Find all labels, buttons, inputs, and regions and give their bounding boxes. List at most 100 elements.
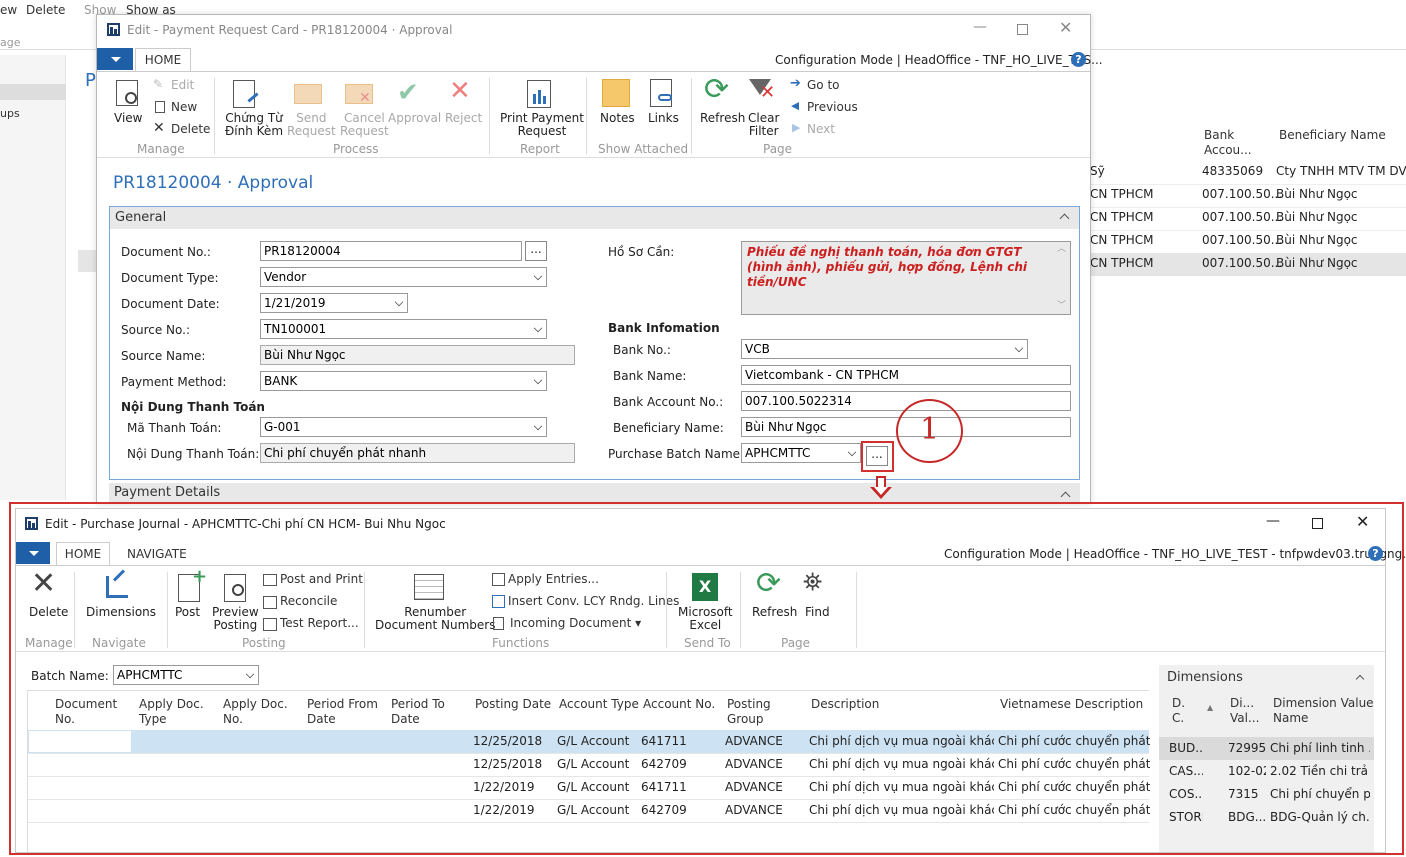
test-report-button[interactable]: Test Report...: [280, 616, 359, 630]
scroll-up-icon[interactable]: ︿: [1057, 241, 1066, 254]
table-row[interactable]: [28, 799, 1149, 800]
table-cell[interactable]: 641711: [641, 734, 721, 748]
column-header[interactable]: Account No.: [643, 697, 723, 712]
help-icon[interactable]: ?: [1071, 52, 1086, 67]
batch-name-field[interactable]: APHCMTTC: [113, 665, 259, 685]
table-row[interactable]: [28, 753, 1149, 754]
dimension-row-name[interactable]: 2.02 Tiền chi trả ...: [1270, 764, 1370, 778]
links-button[interactable]: Links: [648, 112, 679, 125]
column-header[interactable]: Description: [811, 697, 891, 712]
delete-button[interactable]: Delete: [29, 606, 68, 619]
table-cell[interactable]: G/L Account: [557, 757, 637, 771]
table-cell[interactable]: 1/22/2019: [473, 803, 553, 817]
table-row[interactable]: [28, 822, 1149, 823]
bank-name-field[interactable]: Vietcombank - CN TPHCM: [741, 365, 1071, 385]
table-cell[interactable]: Chi phí dịch vụ mua ngoài khác: [809, 757, 994, 771]
column-header[interactable]: Posting Date: [475, 697, 555, 712]
close-icon[interactable]: ✕: [1059, 18, 1072, 37]
ma-thanh-toan-field[interactable]: G-001: [260, 417, 547, 437]
document-date-field[interactable]: 1/21/2019: [260, 293, 408, 313]
bank-no-field[interactable]: VCB: [741, 339, 1028, 359]
table-cell[interactable]: ADVANCE: [725, 734, 805, 748]
post-and-print-button[interactable]: Post and Print: [280, 572, 363, 586]
approval-button[interactable]: Approval: [388, 112, 441, 125]
view-button[interactable]: View: [114, 112, 142, 125]
notes-button[interactable]: Notes: [600, 112, 635, 125]
scroll-down-icon[interactable]: ﹀: [1057, 298, 1066, 311]
column-header[interactable]: Apply Doc. Type: [139, 697, 219, 727]
tab-navigate[interactable]: NAVIGATE: [127, 547, 187, 561]
minimize-icon[interactable]: —: [1266, 513, 1280, 529]
dimension-row-name[interactable]: Chi phí chuyển p...: [1270, 787, 1370, 801]
table-cell[interactable]: 642709: [641, 757, 721, 771]
refresh-button[interactable]: Refresh: [752, 606, 797, 619]
previous-button[interactable]: Previous: [807, 100, 858, 114]
column-header[interactable]: Period To Date: [391, 697, 471, 727]
table-cell[interactable]: Chi phí cước chuyển phát nhanh: [998, 803, 1150, 817]
find-button[interactable]: Find: [805, 606, 830, 619]
print-payment-request-button[interactable]: Print Payment Request: [500, 112, 584, 138]
ho-so-can-field[interactable]: Phiếu đề nghị thanh toán, hóa đơn GTGT (…: [741, 241, 1071, 315]
column-header[interactable]: Period From Date: [307, 697, 387, 727]
tab-home[interactable]: HOME: [56, 542, 110, 566]
table-cell[interactable]: ADVANCE: [725, 757, 805, 771]
table-cell[interactable]: 12/25/2018: [473, 734, 553, 748]
chung-tu-dinh-kem-button[interactable]: Chứng Từ Đính Kèm: [225, 112, 283, 138]
maximize-icon[interactable]: [1017, 24, 1028, 35]
cancel-request-button[interactable]: Cancel Request: [340, 112, 389, 138]
payment-method-field[interactable]: BANK: [260, 371, 547, 391]
source-no-field[interactable]: TN100001: [260, 319, 547, 339]
table-cell[interactable]: Chi phí cước chuyển phát nhanh: [998, 734, 1150, 748]
post-button[interactable]: Post: [175, 606, 200, 619]
incoming-document-button[interactable]: Incoming Document ▾: [510, 616, 641, 630]
edit-button[interactable]: Edit: [171, 78, 194, 92]
refresh-button[interactable]: Refresh: [700, 112, 745, 125]
column-header[interactable]: Apply Doc. No.: [223, 697, 303, 727]
close-icon[interactable]: ✕: [1356, 512, 1369, 531]
reject-button[interactable]: Reject: [445, 112, 482, 125]
dimension-row-value[interactable]: 7315: [1228, 787, 1266, 801]
dimension-row-value[interactable]: BDG...: [1228, 810, 1266, 824]
table-cell[interactable]: ADVANCE: [725, 780, 805, 794]
apply-entries-button[interactable]: Apply Entries...: [508, 572, 599, 586]
column-header[interactable]: Vietnamese Description: [1000, 697, 1150, 712]
new-button[interactable]: New: [171, 100, 197, 114]
collapse-icon[interactable]: [1355, 674, 1365, 684]
minimize-icon[interactable]: —: [973, 19, 987, 35]
maximize-icon[interactable]: [1312, 518, 1323, 529]
table-cell[interactable]: 642709: [641, 803, 721, 817]
table-cell[interactable]: ADVANCE: [725, 803, 805, 817]
table-cell[interactable]: G/L Account: [557, 780, 637, 794]
dimension-row-code[interactable]: CAS...: [1169, 764, 1203, 778]
dimension-row-value[interactable]: 102-02: [1228, 764, 1266, 778]
insert-conv-lcy-button[interactable]: Insert Conv. LCY Rndg. Lines: [508, 594, 679, 608]
dimension-row-name[interactable]: Chi phí linh tinh ...: [1270, 741, 1370, 755]
preview-posting-button[interactable]: Preview Posting: [212, 606, 259, 632]
table-row[interactable]: [28, 776, 1149, 777]
purchase-batch-name-field[interactable]: APHCMTTC: [741, 443, 861, 463]
dimension-row-value[interactable]: 72995: [1228, 741, 1266, 755]
table-cell[interactable]: 12/25/2018: [473, 757, 553, 771]
table-cell[interactable]: Chi phí cước chuyển phát nhanh: [998, 780, 1150, 794]
tab-home[interactable]: HOME: [135, 48, 191, 72]
table-cell[interactable]: Chi phí dịch vụ mua ngoài khác: [809, 780, 994, 794]
table-cell[interactable]: 641711: [641, 780, 721, 794]
table-cell[interactable]: G/L Account: [557, 803, 637, 817]
column-header[interactable]: Document No.: [55, 697, 135, 727]
dimension-row-name[interactable]: BDG-Quản lý ch...: [1270, 810, 1370, 824]
table-cell[interactable]: Chi phí dịch vụ mua ngoài khác: [809, 734, 994, 748]
table-cell[interactable]: 1/22/2019: [473, 780, 553, 794]
document-type-field[interactable]: Vendor: [260, 267, 547, 287]
go-to-button[interactable]: Go to: [807, 78, 840, 92]
delete-button[interactable]: Delete: [171, 122, 210, 136]
column-header[interactable]: Account Type: [559, 697, 639, 712]
table-cell[interactable]: Chi phí dịch vụ mua ngoài khác: [809, 803, 994, 817]
dimension-row-code[interactable]: COS...: [1169, 787, 1203, 801]
microsoft-excel-button[interactable]: Microsoft Excel: [678, 606, 733, 632]
document-no-field[interactable]: PR18120004: [260, 241, 522, 261]
payment-details-header[interactable]: [109, 483, 1080, 503]
table-cell[interactable]: Chi phí cước chuyển phát nhanh: [998, 757, 1150, 771]
reconcile-button[interactable]: Reconcile: [280, 594, 337, 608]
next-button[interactable]: Next: [807, 122, 835, 136]
table-cell[interactable]: G/L Account: [557, 734, 637, 748]
